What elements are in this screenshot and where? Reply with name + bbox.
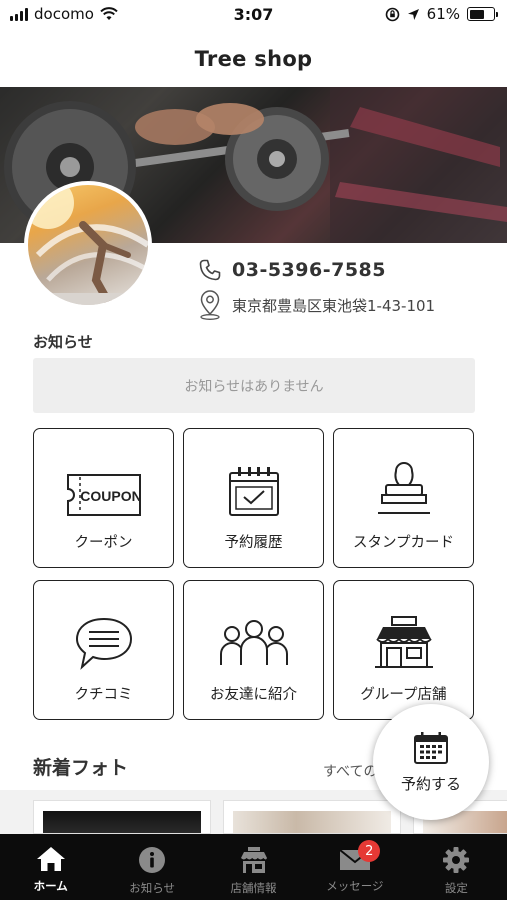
photo-card[interactable] — [223, 800, 401, 834]
address-row[interactable]: 東京都豊島区東池袋1-43-101 — [198, 289, 435, 321]
menu-tile-group-stores[interactable]: グループ店舗 — [333, 580, 474, 720]
phone-icon — [199, 259, 221, 281]
tab-messages[interactable]: 2 メッセージ — [304, 834, 405, 900]
tab-settings[interactable]: 設定 — [406, 834, 507, 900]
tab-home[interactable]: ホーム — [0, 834, 101, 900]
home-icon — [36, 847, 65, 871]
orientation-lock-icon — [385, 7, 399, 21]
tab-label: ホーム — [33, 879, 68, 893]
photo-thumbnail — [43, 811, 201, 833]
info-icon — [139, 847, 166, 873]
reserve-button[interactable]: 予約する — [373, 704, 489, 820]
speech-bubble-icon — [75, 617, 132, 670]
people-group-icon — [219, 620, 288, 665]
message-count-badge: 2 — [358, 840, 381, 862]
reserve-button-label: 予約する — [400, 774, 461, 793]
location-arrow-icon — [407, 8, 419, 20]
menu-tile-refer-friend[interactable]: お友達に紹介 — [183, 580, 324, 720]
battery-icon — [467, 7, 498, 21]
coupon-icon: COUPON — [66, 474, 141, 516]
tab-label: 店舗情報 — [230, 881, 277, 895]
photos-heading: 新着フォト — [33, 757, 129, 779]
menu-tile-coupon[interactable]: COUPON クーポン — [33, 428, 174, 568]
menu-tile-label: クーポン — [74, 535, 133, 551]
menu-tile-reservation-history[interactable]: 予約履歴 — [183, 428, 324, 568]
tab-bar: ホーム お知らせ 店舗情報 2 メッセージ 設定 — [0, 834, 507, 900]
gear-icon — [443, 847, 470, 873]
calendar-check-icon — [228, 467, 279, 516]
tab-label: お知らせ — [129, 881, 175, 895]
photo-card[interactable] — [33, 800, 211, 834]
tab-label: 設定 — [444, 881, 468, 895]
shop-avatar — [24, 181, 152, 309]
status-right: 61% — [385, 5, 498, 23]
stamp-icon — [377, 462, 430, 514]
phone-number[interactable]: 03-5396-7585 — [232, 259, 386, 281]
status-bar: docomo 3:07 61% — [0, 0, 507, 30]
menu-tile-stamp-card[interactable]: スタンプカード — [333, 428, 474, 568]
calendar-icon — [414, 731, 448, 764]
menu-tile-label: 予約履歴 — [224, 535, 283, 551]
tab-news[interactable]: お知らせ — [101, 834, 202, 900]
shop-address[interactable]: 東京都豊島区東池袋1-43-101 — [232, 295, 435, 316]
runner-photo-illustration — [28, 185, 148, 305]
map-pin-icon — [200, 290, 220, 320]
page-title: Tree shop — [194, 46, 313, 71]
news-heading: お知らせ — [33, 333, 93, 351]
menu-tile-label: スタンプカード — [352, 535, 455, 551]
menu-tile-label: お友達に紹介 — [210, 687, 297, 703]
battery-fill — [469, 9, 484, 19]
photo-thumbnail — [233, 811, 391, 833]
coupon-icon-text: COUPON — [80, 488, 141, 504]
storefront-icon — [374, 616, 433, 668]
phone-row[interactable]: 03-5396-7585 — [198, 258, 386, 282]
menu-tile-label: グループ店舗 — [360, 687, 447, 703]
menu-tile-label: クチコミ — [74, 687, 133, 703]
menu-tile-reviews[interactable]: クチコミ — [33, 580, 174, 720]
battery-percent: 61% — [426, 5, 460, 23]
navigation-bar: Tree shop — [0, 30, 507, 87]
tab-shop-info[interactable]: 店舗情報 — [203, 834, 304, 900]
news-empty-box: お知らせはありません — [33, 358, 475, 413]
shop-icon — [240, 847, 267, 873]
tab-label: メッセージ — [326, 879, 384, 893]
